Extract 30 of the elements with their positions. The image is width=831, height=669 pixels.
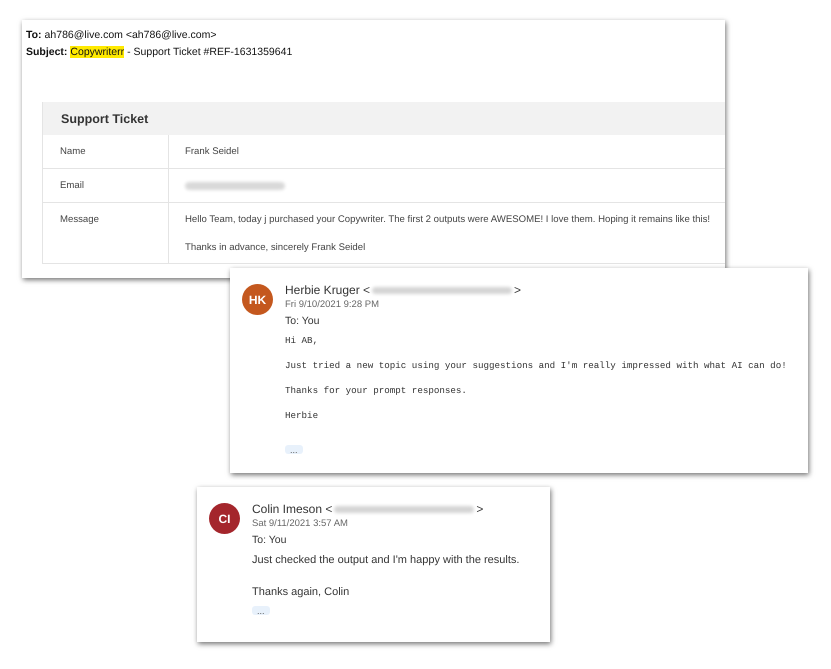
- to-label: To:: [26, 28, 42, 40]
- field-label: Email: [60, 180, 84, 191]
- recipient-line: To: You: [285, 315, 320, 327]
- avatar: HK: [242, 284, 273, 315]
- highlighted-text: Copywriterr: [70, 46, 124, 58]
- expand-button[interactable]: ...: [285, 445, 303, 454]
- message-line: Hi AB,: [285, 335, 320, 346]
- subject-text: - Support Ticket #REF-1631359641: [127, 46, 292, 58]
- field-value: Hello Team, today j purchased your Copywriter. The first 2 outputs were AWESOME! I love them. Hoping it remains like this!: [185, 214, 712, 225]
- field-value: Thanks in advance, sincerely Frank Seidel: [185, 242, 366, 253]
- table-title: Support Ticket: [61, 112, 148, 126]
- message-line: Just checked the output and I'm happy with the results.: [252, 554, 520, 566]
- field-value: Frank Seidel: [185, 146, 240, 157]
- bracket: >: [514, 283, 522, 297]
- message-line: Herbie: [285, 410, 320, 421]
- message-line: Thanks for your prompt responses.: [285, 385, 468, 396]
- sender-name: Herbie Kruger <: [285, 283, 370, 297]
- field-label: Message: [60, 214, 99, 225]
- recipient-line: To: You: [252, 534, 286, 546]
- sender-name: Colin Imeson <: [252, 502, 332, 516]
- avatar: CI: [209, 503, 240, 534]
- message-line: Thanks again, Colin: [252, 586, 350, 598]
- to-address: ah786@live.com <ah786@live.com>: [44, 28, 216, 40]
- bracket: >: [476, 502, 484, 516]
- message-date: Fri 9/10/2021 9:28 PM: [285, 299, 379, 310]
- field-label: Name: [60, 146, 86, 157]
- subject-label: Subject:: [26, 46, 68, 58]
- message-date: Sat 9/11/2021 3:57 AM: [252, 518, 348, 529]
- expand-button[interactable]: ...: [252, 606, 270, 615]
- message-line: Just tried a new topic using your suggestions and I'm really impressed with what AI can do!: [285, 360, 787, 371]
